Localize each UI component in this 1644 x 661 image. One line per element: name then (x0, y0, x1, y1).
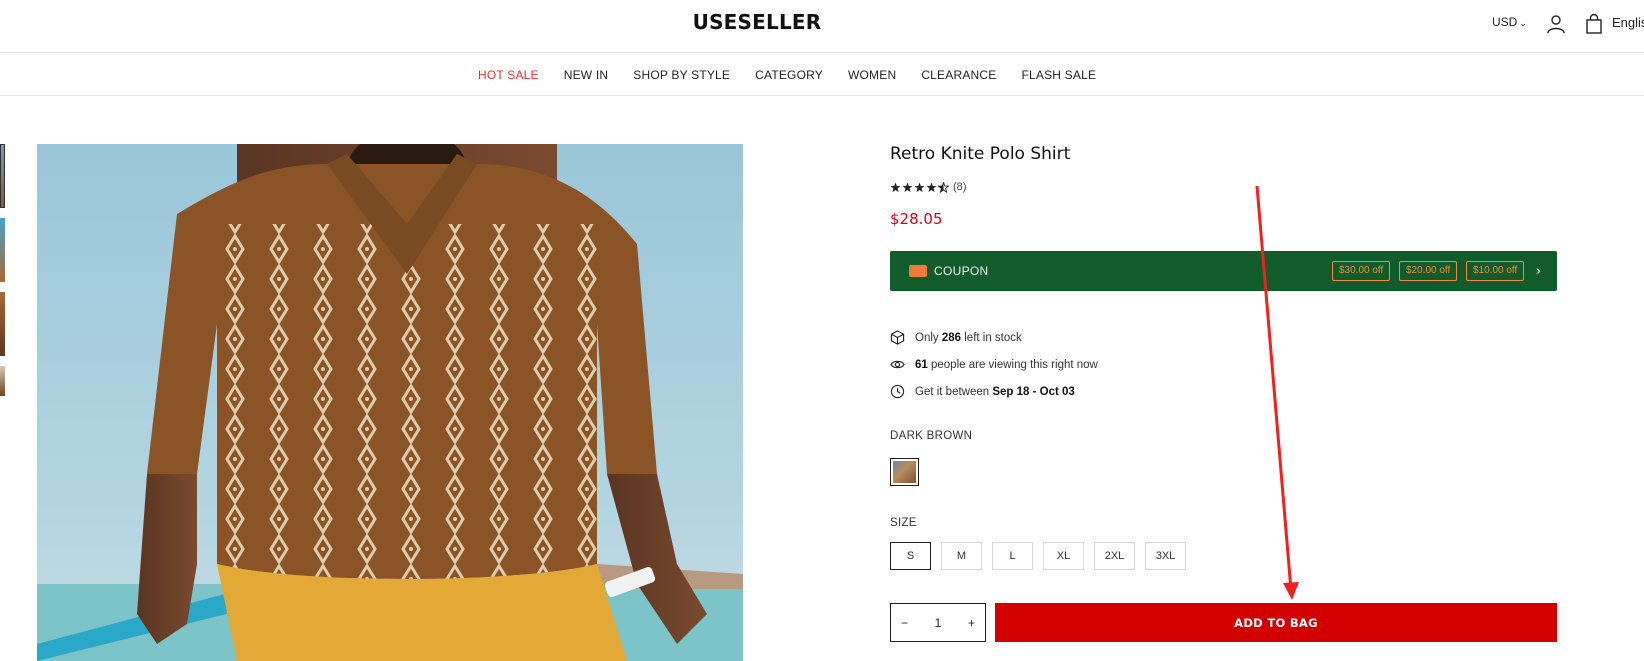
shopping-bag-icon[interactable] (1583, 13, 1605, 35)
clock-icon (890, 384, 905, 399)
delivery-info: Get it between Sep 18 - Oct 03 (890, 384, 1075, 399)
nav-item-category[interactable]: CATEGORY (755, 68, 823, 82)
viewers-count: 61 (915, 358, 928, 371)
plus-icon[interactable]: + (968, 616, 975, 630)
coupon-ticket[interactable]: $10.00 off (1466, 261, 1525, 281)
language-selector[interactable]: Englis (1612, 15, 1644, 30)
currency-label: USD (1492, 15, 1518, 29)
product-main-image[interactable] (37, 144, 743, 661)
add-to-bag-button[interactable]: ADD TO BAG (995, 603, 1557, 642)
product-photo (37, 144, 743, 661)
chevron-right-icon[interactable]: › (1536, 262, 1541, 278)
review-count: (8) (953, 181, 967, 193)
minus-icon[interactable]: − (901, 616, 908, 630)
quantity-value[interactable]: 1 (935, 616, 942, 630)
star-icon (914, 182, 925, 192)
nav-item-flash-sale[interactable]: FLASH SALE (1021, 68, 1096, 82)
product-thumbnail[interactable] (0, 292, 5, 356)
stock-count: 286 (941, 331, 962, 344)
user-icon[interactable] (1545, 13, 1567, 35)
size-label: SIZE (890, 517, 917, 529)
delivery-range: Sep 18 - Oct 03 (992, 385, 1075, 398)
viewers-info: 61 people are viewing this right now (890, 357, 1098, 372)
size-option-l[interactable]: L (992, 542, 1033, 570)
size-option-xl[interactable]: XL (1043, 542, 1084, 570)
product-title: Retro Knite Polo Shirt (890, 144, 1071, 164)
nav-item-hot-sale[interactable]: HOT SALE (478, 68, 539, 82)
nav-item-new-in[interactable]: NEW IN (564, 68, 609, 82)
coupon-icon (909, 265, 927, 277)
star-rating (890, 181, 949, 193)
nav-item-clearance[interactable]: CLEARANCE (921, 68, 996, 82)
coupon-label: COUPON (934, 264, 989, 278)
star-icon (926, 182, 937, 192)
product-thumbnail[interactable] (0, 218, 5, 282)
stock-pre-text: Only (915, 331, 939, 344)
size-option-2xl[interactable]: 2XL (1094, 542, 1135, 570)
stock-info: Only 286 left in stock (890, 330, 1022, 345)
currency-selector[interactable]: USD ⌄ (1492, 15, 1527, 29)
product-thumbnail[interactable] (0, 366, 5, 396)
size-option-s[interactable]: S (890, 542, 931, 570)
color-swatch-dark-brown[interactable] (890, 458, 919, 486)
coupon-ticket[interactable]: $30.00 off (1332, 261, 1391, 281)
site-logo[interactable]: USESELLER (0, 10, 1514, 34)
box-icon (890, 330, 905, 345)
size-option-m[interactable]: M (941, 542, 982, 570)
swatch-image (893, 461, 916, 483)
product-price: $28.05 (890, 210, 943, 228)
quantity-stepper: − 1 + (890, 603, 986, 642)
nav-item-women[interactable]: WOMEN (848, 68, 896, 82)
coupon-ticket[interactable]: $20.00 off (1399, 261, 1458, 281)
star-icon (902, 182, 913, 192)
eye-icon (890, 360, 905, 369)
star-icon (890, 182, 901, 192)
viewers-text: people are viewing this right now (931, 358, 1098, 371)
main-nav: HOT SALE NEW IN SHOP BY STYLE CATEGORY W… (0, 53, 1644, 96)
color-label: DARK BROWN (890, 430, 973, 442)
nav-item-shop-by-style[interactable]: SHOP BY STYLE (633, 68, 730, 82)
delivery-pre-text: Get it between (915, 385, 990, 398)
coupon-bar[interactable]: COUPON $30.00 off $20.00 off $10.00 off … (890, 251, 1557, 291)
product-rating[interactable]: (8) (890, 181, 966, 193)
size-option-3xl[interactable]: 3XL (1145, 542, 1186, 570)
chevron-down-icon: ⌄ (1519, 18, 1527, 28)
size-selector: S M L XL 2XL 3XL (890, 542, 1196, 570)
stock-post-text: left in stock (964, 331, 1022, 344)
site-header: USESELLER USD ⌄ Englis (0, 0, 1644, 53)
star-half-icon (938, 181, 949, 193)
product-thumbnail[interactable] (0, 144, 5, 208)
